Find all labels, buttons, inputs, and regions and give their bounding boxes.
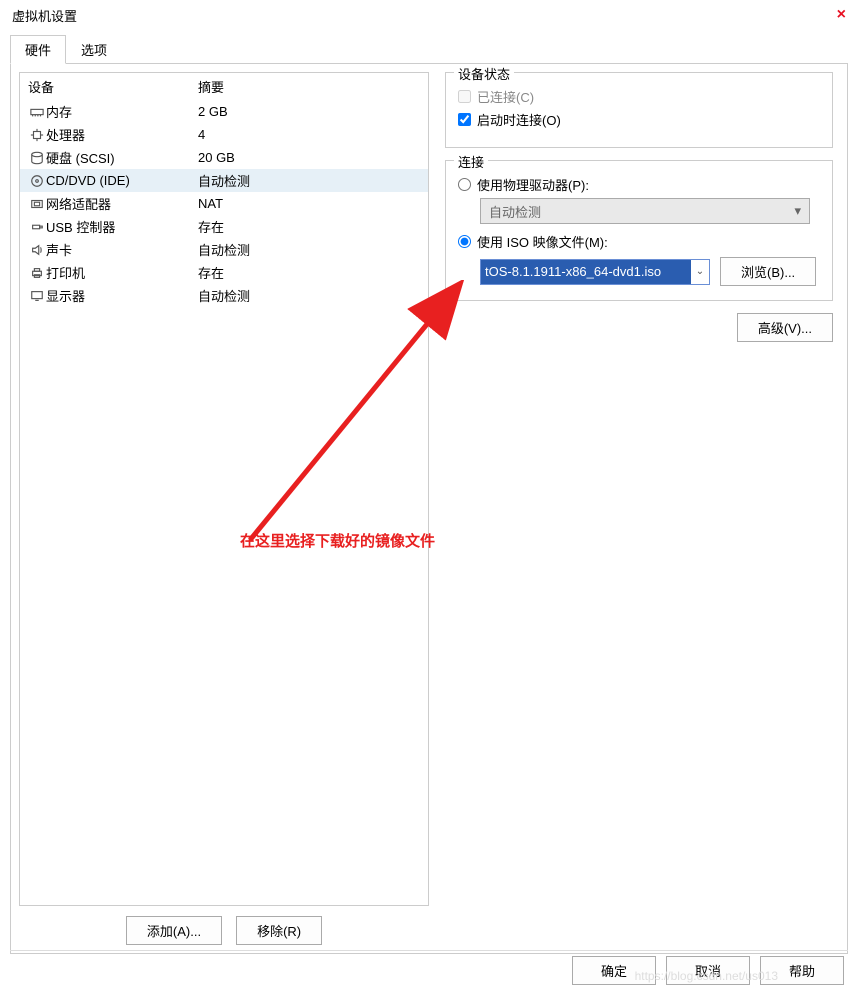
physical-drive-combo: 自动检测 ▾ [480, 198, 810, 224]
device-summary: 20 GB [198, 150, 420, 165]
tab-bar: 硬件 选项 [10, 34, 848, 64]
iso-radio-row[interactable]: 使用 ISO 映像文件(M): [458, 232, 820, 251]
physical-drive-combo-text: 自动检测 [489, 202, 541, 221]
chevron-down-icon: ▾ [794, 203, 801, 219]
device-summary: 自动检测 [198, 286, 420, 305]
tab-hardware[interactable]: 硬件 [10, 35, 66, 64]
annotation-text: 在这里选择下载好的镜像文件 [240, 530, 435, 551]
device-row-disk[interactable]: 硬盘 (SCSI)20 GB [20, 146, 428, 169]
device-name: USB 控制器 [46, 217, 198, 236]
device-name: 硬盘 (SCSI) [46, 148, 198, 167]
printer-icon [28, 266, 46, 280]
titlebar: 虚拟机设置 × [0, 0, 858, 30]
disk-icon [28, 151, 46, 165]
cd-icon [28, 174, 46, 188]
dialog-body: 硬件 选项 设备 摘要 内存2 GB处理器4硬盘 (SCSI)20 GBCD/D… [0, 30, 858, 954]
device-row-cpu[interactable]: 处理器4 [20, 123, 428, 146]
content-area: 设备 摘要 内存2 GB处理器4硬盘 (SCSI)20 GBCD/DVD (ID… [10, 64, 848, 954]
separator [10, 950, 848, 951]
connect-power-checkbox[interactable] [458, 113, 471, 126]
remove-button[interactable]: 移除(R) [236, 916, 322, 945]
right-panel: 设备状态 已连接(C) 启动时连接(O) 连接 使用物理驱动器(P): 自动检测 [439, 72, 839, 945]
device-row-net[interactable]: 网络适配器NAT [20, 192, 428, 215]
iso-input-row: tOS-8.1.1911-x86_64-dvd1.iso ⌄ 浏览(B)... [480, 257, 820, 286]
device-summary: 4 [198, 127, 420, 142]
device-summary: 存在 [198, 263, 420, 282]
sound-icon [28, 243, 46, 257]
tab-options[interactable]: 选项 [66, 35, 122, 64]
device-row-sound[interactable]: 声卡自动检测 [20, 238, 428, 261]
physical-drive-radio-row[interactable]: 使用物理驱动器(P): [458, 175, 820, 194]
device-name: 打印机 [46, 263, 198, 282]
connection-legend: 连接 [454, 152, 488, 171]
device-status-group: 设备状态 已连接(C) 启动时连接(O) [445, 72, 833, 148]
device-row-display[interactable]: 显示器自动检测 [20, 284, 428, 307]
device-name: 处理器 [46, 125, 198, 144]
device-name: 网络适配器 [46, 194, 198, 213]
physical-drive-radio[interactable] [458, 178, 471, 191]
device-summary: 自动检测 [198, 240, 420, 259]
display-icon [28, 289, 46, 303]
connect-power-checkbox-row[interactable]: 启动时连接(O) [458, 110, 820, 129]
header-device: 设备 [28, 77, 198, 96]
connected-label: 已连接(C) [477, 87, 534, 106]
advanced-row: 高级(V)... [445, 313, 833, 342]
iso-radio[interactable] [458, 235, 471, 248]
device-name: 内存 [46, 102, 198, 121]
window-title: 虚拟机设置 [12, 6, 77, 25]
add-button[interactable]: 添加(A)... [126, 916, 222, 945]
memory-icon [28, 105, 46, 119]
chevron-down-icon[interactable]: ⌄ [691, 266, 709, 277]
device-summary: 2 GB [198, 104, 420, 119]
net-icon [28, 197, 46, 211]
device-summary: 自动检测 [198, 171, 420, 190]
connection-group: 连接 使用物理驱动器(P): 自动检测 ▾ 使用 ISO 映像文件(M): tO… [445, 160, 833, 301]
connected-checkbox [458, 90, 471, 103]
device-summary: NAT [198, 196, 420, 211]
device-list: 设备 摘要 内存2 GB处理器4硬盘 (SCSI)20 GBCD/DVD (ID… [19, 72, 429, 906]
device-name: CD/DVD (IDE) [46, 173, 198, 188]
watermark: https://blog.csdn.net/us013 [635, 969, 778, 983]
device-status-legend: 设备状态 [454, 64, 514, 83]
advanced-button[interactable]: 高级(V)... [737, 313, 833, 342]
device-row-printer[interactable]: 打印机存在 [20, 261, 428, 284]
cpu-icon [28, 128, 46, 142]
iso-label: 使用 ISO 映像文件(M): [477, 232, 608, 251]
device-row-memory[interactable]: 内存2 GB [20, 100, 428, 123]
connect-power-label: 启动时连接(O) [477, 110, 561, 129]
left-panel: 设备 摘要 内存2 GB处理器4硬盘 (SCSI)20 GBCD/DVD (ID… [19, 72, 429, 945]
iso-path-combo[interactable]: tOS-8.1.1911-x86_64-dvd1.iso ⌄ [480, 259, 710, 285]
connected-checkbox-row: 已连接(C) [458, 87, 820, 106]
device-name: 声卡 [46, 240, 198, 259]
iso-path-text: tOS-8.1.1911-x86_64-dvd1.iso [481, 260, 691, 284]
close-icon[interactable]: × [837, 6, 846, 24]
device-list-header: 设备 摘要 [20, 73, 428, 100]
device-name: 显示器 [46, 286, 198, 305]
header-summary: 摘要 [198, 77, 420, 96]
browse-button[interactable]: 浏览(B)... [720, 257, 816, 286]
device-row-cd[interactable]: CD/DVD (IDE)自动检测 [20, 169, 428, 192]
device-summary: 存在 [198, 217, 420, 236]
physical-drive-label: 使用物理驱动器(P): [477, 175, 589, 194]
usb-icon [28, 220, 46, 234]
left-buttons: 添加(A)... 移除(R) [19, 906, 429, 945]
device-row-usb[interactable]: USB 控制器存在 [20, 215, 428, 238]
